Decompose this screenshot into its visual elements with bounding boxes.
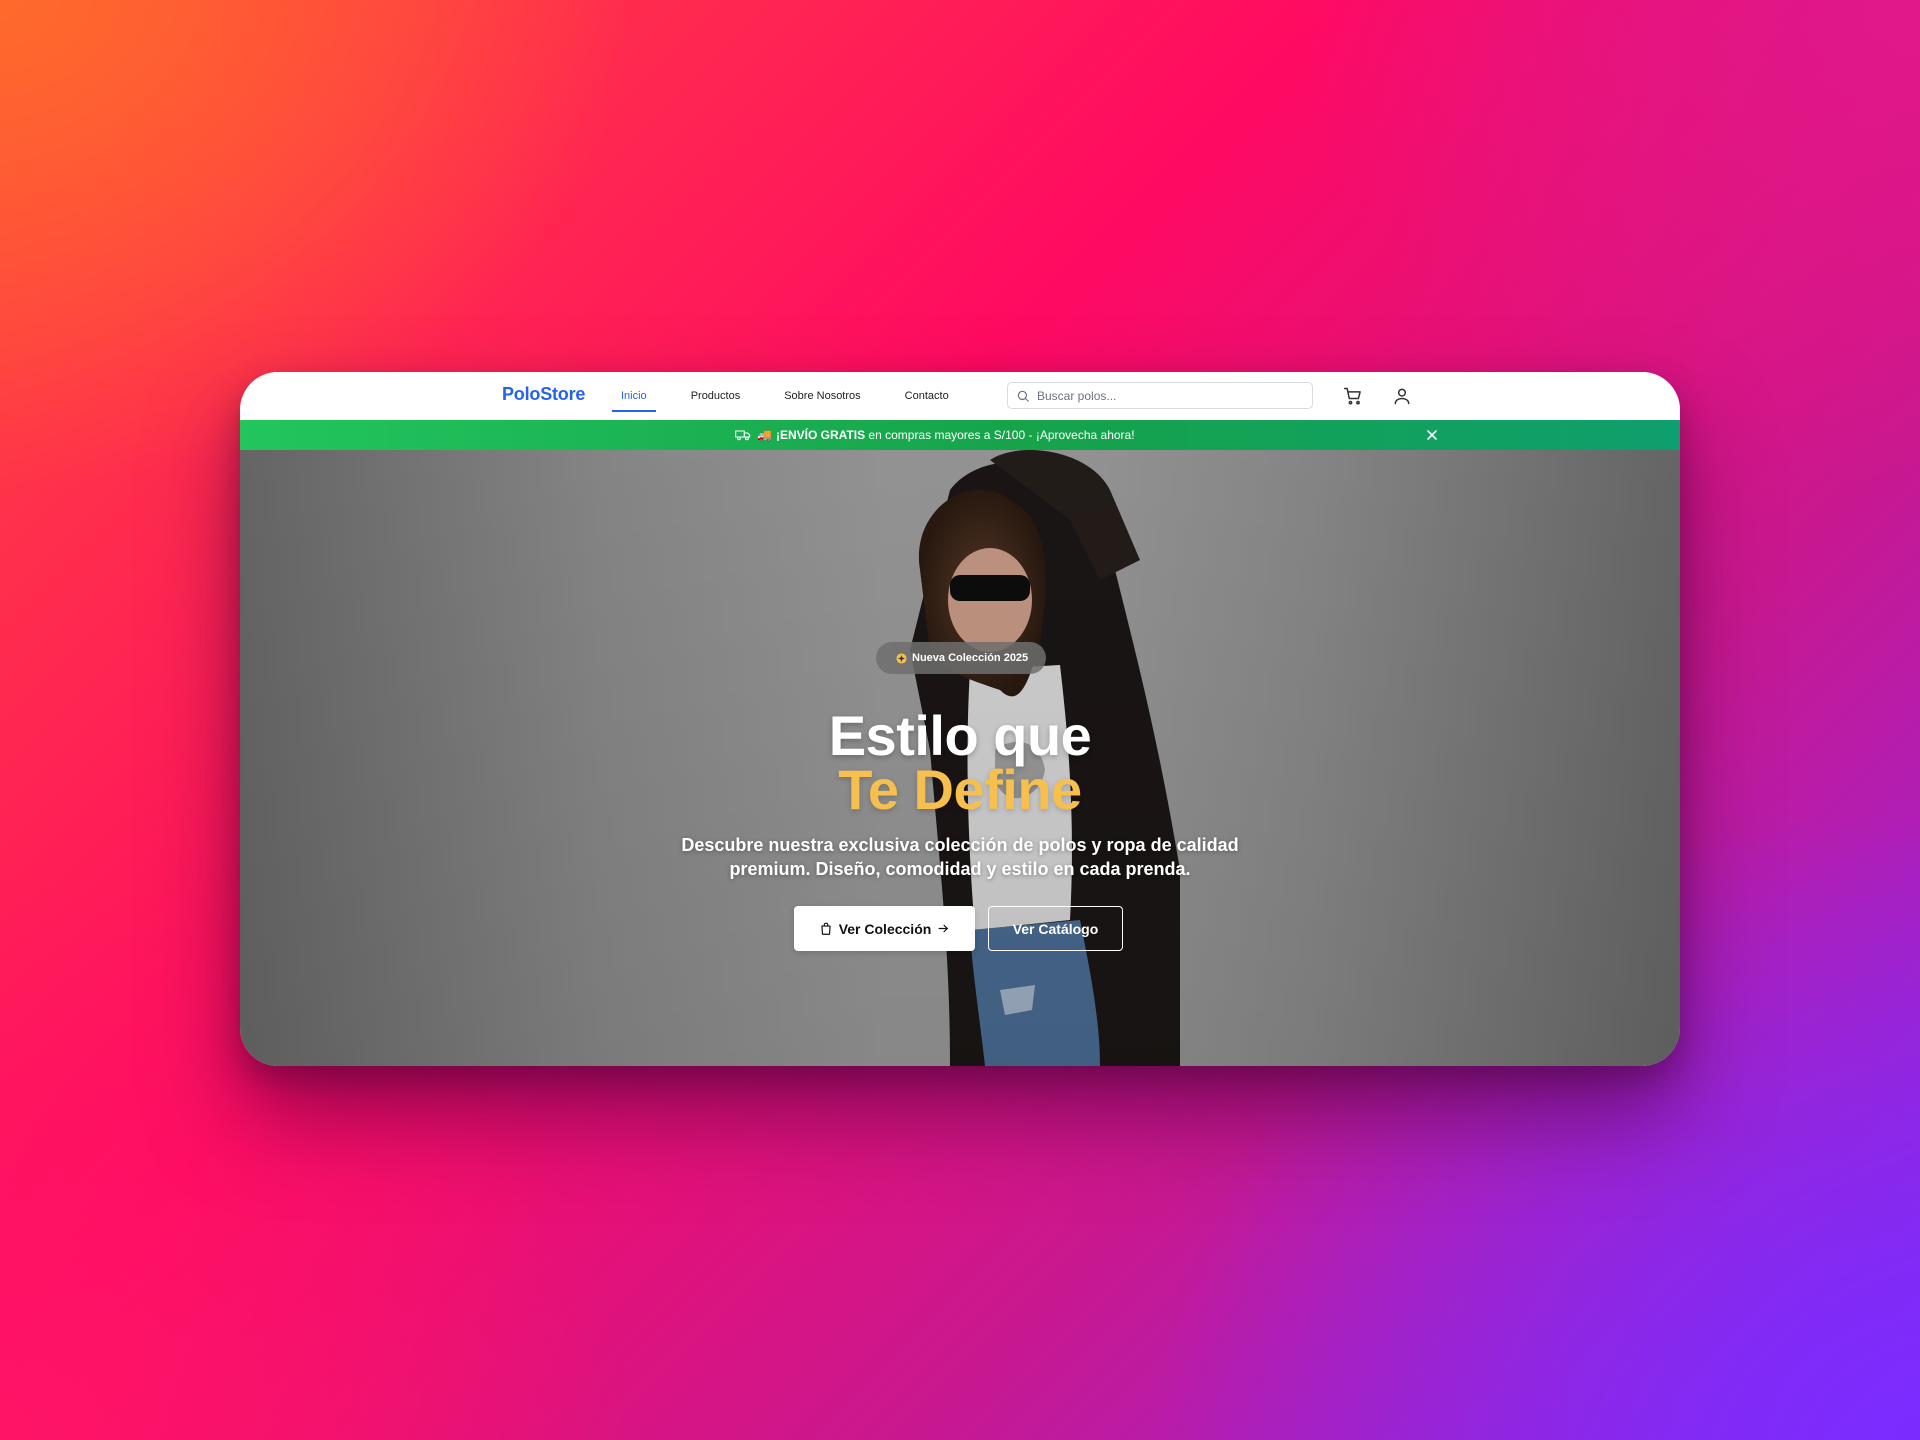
ver-coleccion-label: Ver Colección [838,920,932,937]
search-box [1007,382,1313,409]
search-icon [1017,390,1029,402]
nav-item-inicio[interactable]: Inicio [612,372,656,420]
shopping-bag-icon [821,922,831,935]
search-input[interactable] [1037,383,1305,408]
hero-title-line1: Estilo que [828,704,1092,767]
collection-badge: Nueva Colección 2025 [876,642,1047,674]
hero-section: Nueva Colección 2025 Estilo que Te Defin… [240,450,1680,1066]
truck-emoji: 🚚 [757,428,772,442]
hero-title-line2: Te Define [838,758,1082,821]
ver-coleccion-button[interactable]: Ver Colección [794,906,975,951]
user-icon[interactable] [1392,386,1412,406]
cart-icon[interactable] [1343,386,1363,406]
main-nav: Inicio Productos Sobre Nosotros Contacto [612,372,984,420]
arrow-right-icon [938,924,949,933]
sparkle-icon [896,652,907,664]
truck-icon [735,430,751,441]
nav-item-sobre-nosotros[interactable]: Sobre Nosotros [775,372,869,420]
site-header: PoloStore Inicio Productos Sobre Nosotro… [240,372,1680,420]
browser-window: PoloStore Inicio Productos Sobre Nosotro… [240,372,1680,1066]
ver-catalogo-label: Ver Catálogo [1012,920,1099,937]
badge-label: Nueva Colección 2025 [912,652,1029,664]
hero-subtitle: Descubre nuestra exclusiva colección de … [681,835,1239,879]
logo[interactable]: PoloStore [502,384,585,405]
nav-item-contacto[interactable]: Contacto [896,372,958,420]
close-icon[interactable] [1426,429,1438,441]
promo-banner-content: 🚚 ¡ENVÍO GRATIS en compras mayores a S/1… [735,420,1135,450]
promo-bold: ¡ENVÍO GRATIS [775,428,866,442]
promo-text: ¡ENVÍO GRATIS en compras mayores a S/100… [776,428,1135,442]
nav-item-productos[interactable]: Productos [682,372,750,420]
promo-banner: 🚚 ¡ENVÍO GRATIS en compras mayores a S/1… [240,420,1680,450]
ver-catalogo-button[interactable]: Ver Catálogo [988,906,1123,951]
promo-rest: en compras mayores a S/100 - ¡Aprovecha … [865,428,1135,442]
